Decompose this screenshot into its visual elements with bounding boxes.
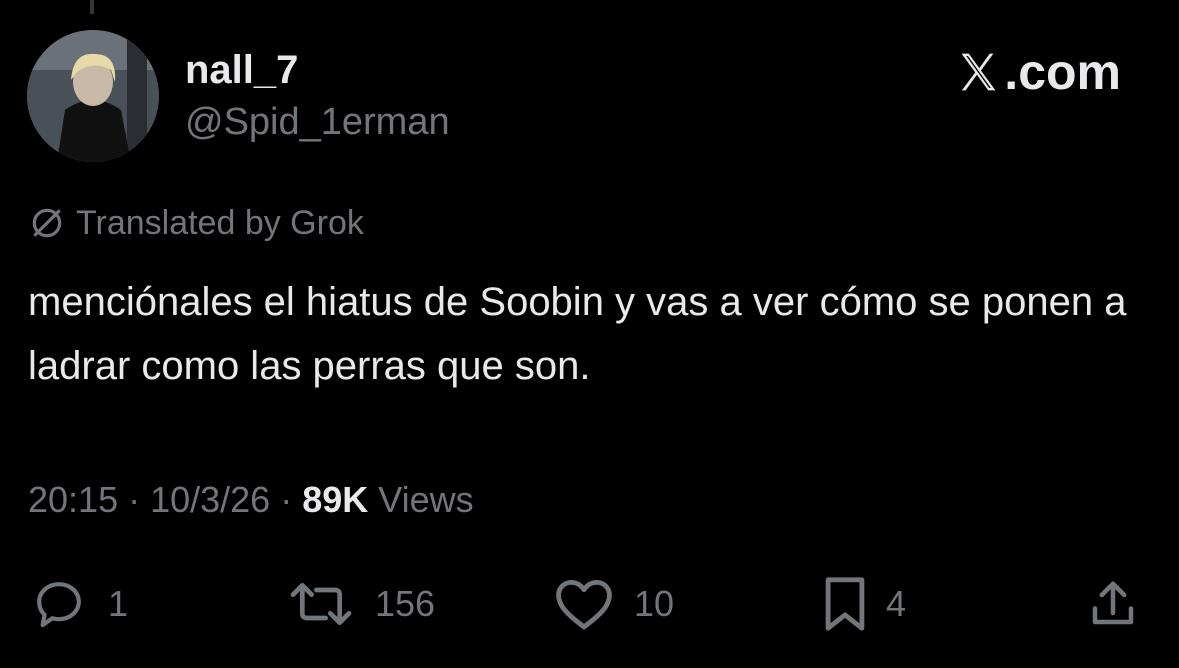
translate-icon — [32, 208, 62, 238]
author-display-name[interactable]: nall_7 — [185, 48, 298, 92]
heart-icon — [556, 579, 612, 630]
views-label: Views — [368, 479, 474, 520]
bookmark-count: 4 — [886, 583, 907, 624]
translation-notice[interactable]: Translated by Grok — [28, 203, 364, 243]
tweet-meta: 20:15 · 10/3/26 · 89K Views — [28, 478, 474, 522]
avatar-image — [27, 30, 159, 162]
meta-separator: · — [270, 479, 303, 520]
share-icon — [1092, 581, 1134, 625]
thread-connector-line — [90, 0, 94, 14]
translation-label: Translated by Grok — [76, 204, 364, 242]
meta-separator: · — [118, 479, 151, 520]
bookmark-button[interactable]: 4 — [822, 574, 906, 634]
x-logo-icon — [961, 53, 996, 91]
repost-count: 156 — [375, 583, 436, 624]
reply-icon — [37, 582, 81, 628]
bookmark-icon — [825, 577, 865, 631]
tweet-time[interactable]: 20:15 — [28, 479, 118, 520]
repost-button[interactable]: 156 — [285, 574, 435, 634]
views-count[interactable]: 89K — [302, 479, 368, 520]
like-button[interactable]: 10 — [552, 574, 674, 634]
tweet-text: menciónales el hiatus de Soobin y vas a … — [28, 280, 1127, 388]
tweet-date[interactable]: 10/3/26 — [150, 479, 270, 520]
brand-label: .com — [1004, 44, 1121, 100]
avatar[interactable] — [27, 30, 159, 162]
repost-icon — [290, 583, 352, 625]
brand-watermark: .com — [956, 44, 1121, 100]
reply-button[interactable]: 1 — [28, 574, 128, 634]
share-button[interactable] — [1086, 574, 1140, 634]
reply-count: 1 — [108, 583, 129, 624]
action-bar: 1 156 10 4 — [0, 574, 1179, 634]
author-handle[interactable]: @Spid_1erman — [185, 100, 450, 144]
like-count: 10 — [634, 583, 675, 624]
